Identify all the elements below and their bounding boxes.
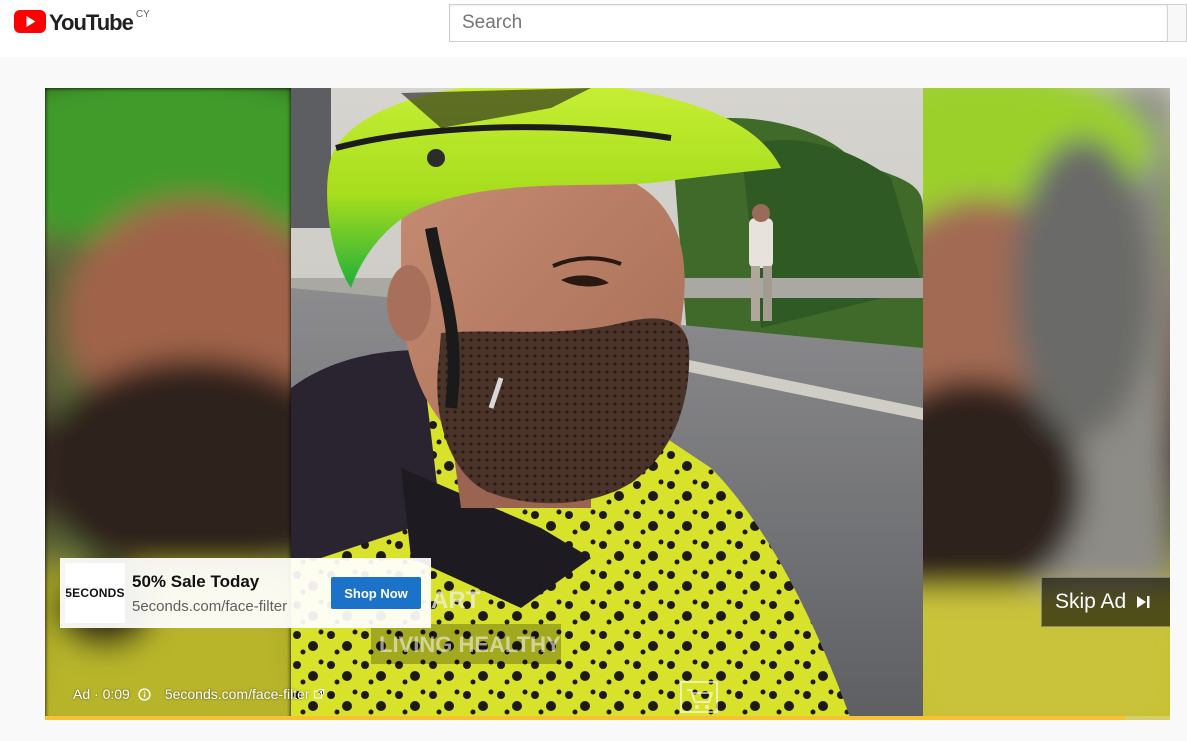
skip-ad-label: Skip Ad	[1055, 590, 1127, 613]
youtube-logo[interactable]: YouTube CY	[14, 9, 150, 36]
video-player[interactable]: ART LIVING HEALTHY 5ECONDS 50% Sale Toda…	[45, 88, 1170, 720]
skip-ad-button[interactable]: Skip Ad	[1041, 577, 1170, 627]
external-link-icon	[313, 689, 324, 699]
ad-info-bar: Ad · 0:09 5econds.com/face-filter	[73, 686, 324, 702]
shop-now-button[interactable]: Shop Now	[331, 577, 421, 609]
skip-next-icon	[1137, 596, 1150, 608]
ad-display-url[interactable]: 5econds.com/face-filter	[132, 598, 287, 615]
youtube-play-icon	[14, 10, 46, 33]
video-overlay-text-bottom: LIVING HEALTHY	[379, 632, 561, 657]
search-button[interactable]	[1167, 4, 1187, 42]
ad-visit-link-text: 5econds.com/face-filter	[164, 686, 310, 702]
ad-countdown: Ad · 0:09	[73, 686, 130, 702]
country-code: CY	[135, 9, 150, 20]
masthead: YouTube CY	[0, 0, 1187, 57]
search-input[interactable]	[450, 5, 1167, 41]
video-overlay-text-top: ART	[431, 587, 481, 614]
ad-headline[interactable]: 50% Sale Today	[132, 572, 259, 592]
ad-progress-fill	[45, 716, 1125, 720]
advertiser-logo[interactable]: 5ECONDS	[65, 563, 125, 623]
ad-overlay-card[interactable]: 5ECONDS 50% Sale Today 5econds.com/face-…	[60, 558, 431, 628]
ad-visit-link[interactable]: 5econds.com/face-filter	[165, 686, 324, 702]
info-icon[interactable]	[138, 687, 151, 701]
ad-progress-bar[interactable]	[45, 716, 1170, 720]
search-box	[449, 4, 1167, 42]
logo-wordmark: YouTube	[49, 10, 134, 35]
